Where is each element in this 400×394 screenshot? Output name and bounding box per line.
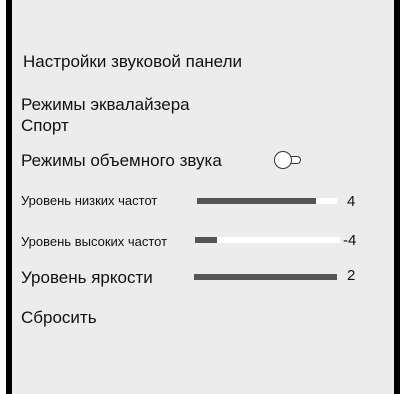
treble-level-fill [195,237,217,243]
bass-level-slider[interactable] [197,198,337,204]
brightness-level-label: Уровень яркости [21,268,153,287]
brightness-level-slider[interactable] [194,274,337,280]
right-frame-bar [394,0,400,394]
surround-toggle[interactable] [274,151,310,169]
bass-level-label: Уровень низких частот [21,193,158,208]
treble-level-value: -4 [343,232,357,249]
panel-title: Настройки звуковой панели [23,52,242,71]
treble-level-slider[interactable] [195,237,340,243]
brightness-level-fill [194,274,337,280]
brightness-level-value: 2 [347,267,356,284]
reset-button[interactable]: Сбросить [21,309,97,326]
treble-level-label: Уровень высоких частот [21,234,168,249]
soundbar-settings-screen: Настройки звуковой панели Режимы эквалай… [0,0,400,394]
toggle-off-icon [274,151,292,169]
equalizer-mode-value[interactable]: Спорт [21,117,69,134]
surround-mode-label[interactable]: Режимы объемного звука [21,152,222,169]
bass-level-value: 4 [347,193,356,210]
equalizer-mode-label[interactable]: Режимы эквалайзера [21,96,190,113]
bass-level-fill [197,198,316,204]
